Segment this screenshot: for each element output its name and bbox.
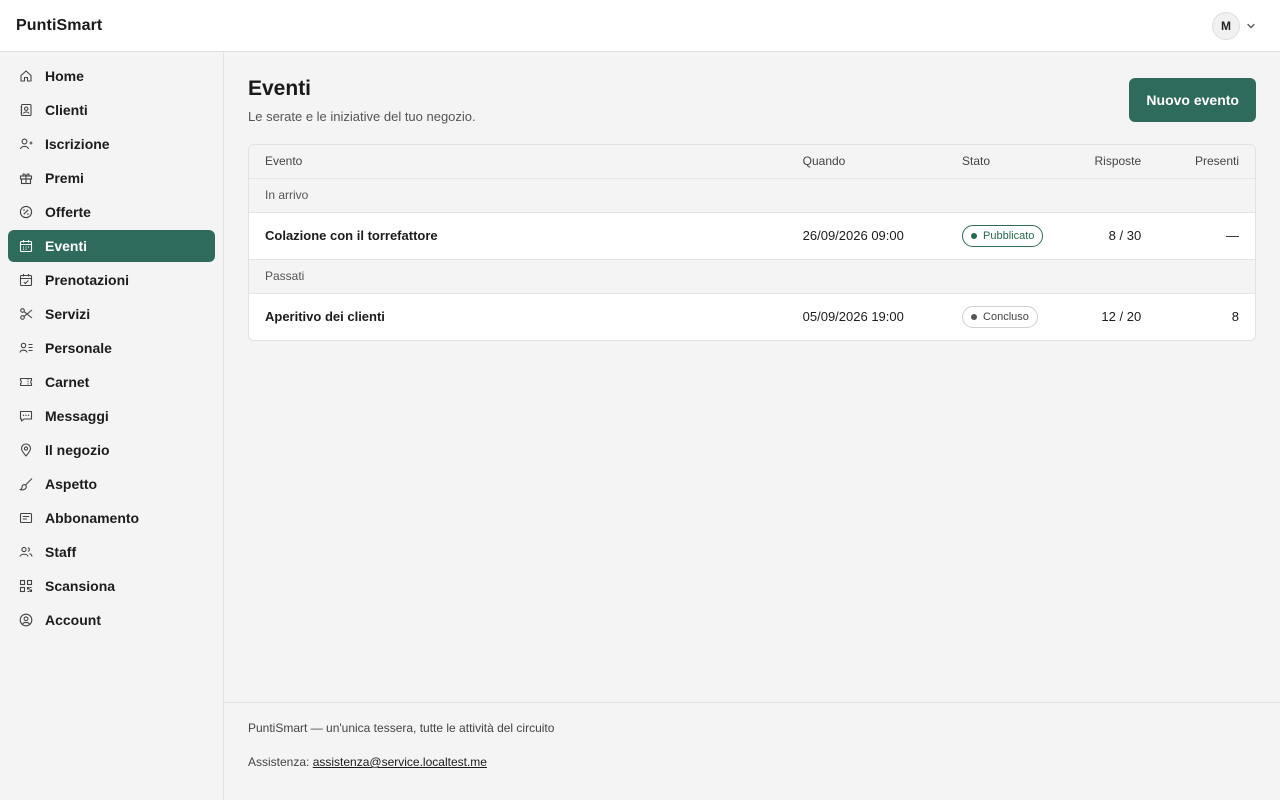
user-menu[interactable]: M [1212, 11, 1264, 40]
sidebar: Home Clienti Iscrizione Premi Offerte Ev… [0, 52, 224, 800]
column-header-stato[interactable]: Stato [946, 145, 1060, 179]
sidebar-item-personale[interactable]: Personale [8, 332, 215, 364]
column-header-quando[interactable]: Quando [786, 145, 947, 179]
page-heading: Eventi Le serate e le iniziative del tuo… [248, 76, 476, 124]
sidebar-item-abbonamento[interactable]: Abbonamento [8, 502, 215, 534]
page-subtitle: Le serate e le iniziative del tuo negozi… [248, 109, 476, 124]
users-icon [19, 545, 33, 559]
sidebar-item-servizi[interactable]: Servizi [8, 298, 215, 330]
chevron-down-icon[interactable] [1246, 21, 1256, 31]
sidebar-item-label: Personale [45, 340, 112, 356]
qr-icon [19, 579, 33, 593]
top-bar: PuntiSmart M [0, 0, 1280, 52]
contacts-icon [19, 103, 33, 117]
page-header: Eventi Le serate e le iniziative del tuo… [248, 76, 1256, 140]
sidebar-item-aspetto[interactable]: Aspetto [8, 468, 215, 500]
event-responses: 8 / 30 [1059, 212, 1158, 260]
event-attendees: 8 [1157, 293, 1255, 340]
new-event-button[interactable]: Nuovo evento [1129, 78, 1256, 122]
group-label: Passati [249, 259, 1255, 294]
event-name[interactable]: Colazione con il torrefattore [249, 212, 787, 260]
sidebar-item-iscrizione[interactable]: Iscrizione [8, 128, 215, 160]
sidebar-item-label: Premi [45, 170, 84, 186]
sidebar-item-label: Prenotazioni [45, 272, 130, 288]
column-header-presenti[interactable]: Presenti [1157, 145, 1255, 179]
user-plus-icon [19, 137, 33, 151]
sidebar-item-label: Clienti [45, 102, 88, 118]
status-label: Pubblicato [983, 229, 1035, 242]
brand-logo[interactable]: PuntiSmart [16, 17, 102, 35]
support-email-link[interactable]: assistenza@service.localtest.me [313, 755, 487, 769]
sidebar-item-label: Messaggi [45, 408, 109, 424]
column-header-risposte[interactable]: Risposte [1059, 145, 1158, 179]
sidebar-item-carnet[interactable]: Carnet [8, 366, 215, 398]
group-label: In arrivo [249, 178, 1255, 213]
sidebar-item-eventi[interactable]: Eventi [8, 230, 215, 262]
sidebar-item-staff[interactable]: Staff [8, 536, 215, 568]
sidebar-item-label: Account [45, 612, 101, 628]
sidebar-item-label: Servizi [45, 306, 91, 322]
sidebar-item-label: Staff [45, 544, 77, 560]
sidebar-item-messaggi[interactable]: Messaggi [8, 400, 215, 432]
sidebar-item-account[interactable]: Account [8, 604, 215, 636]
sidebar-item-scansiona[interactable]: Scansiona [8, 570, 215, 602]
event-responses: 12 / 20 [1059, 293, 1158, 340]
brush-icon [19, 477, 33, 491]
home-icon [19, 69, 33, 83]
table-header-row: Evento Quando Stato Risposte Presenti [249, 145, 1255, 179]
sidebar-item-label: Offerte [45, 204, 91, 220]
footer: PuntiSmart — un'unica tessera, tutte le … [224, 702, 1280, 800]
event-status-cell: Concluso [946, 293, 1060, 340]
main-content: Eventi Le serate e le iniziative del tuo… [224, 52, 1280, 702]
page-title: Eventi [248, 77, 312, 100]
event-status-cell: Pubblicato [946, 212, 1060, 260]
footer-tagline: PuntiSmart — un'unica tessera, tutte le … [248, 721, 555, 735]
sidebar-item-label: Home [45, 68, 84, 84]
table-row[interactable]: Aperitivo dei clienti 05/09/2026 19:00 C… [249, 293, 1255, 340]
group-row-upcoming: In arrivo [249, 178, 1255, 213]
events-table: Evento Quando Stato Risposte Presenti In… [248, 144, 1256, 341]
sidebar-item-label: Il negozio [45, 442, 110, 458]
sidebar-item-home[interactable]: Home [8, 60, 215, 92]
calendar-check-icon [19, 273, 33, 287]
sidebar-item-label: Aspetto [45, 476, 98, 492]
sidebar-item-premi[interactable]: Premi [8, 162, 215, 194]
event-attendees: — [1157, 212, 1255, 260]
ticket-icon [19, 375, 33, 389]
sidebar-item-il-negozio[interactable]: Il negozio [8, 434, 215, 466]
receipt-icon [19, 511, 33, 525]
user-list-icon [19, 341, 33, 355]
event-date: 05/09/2026 19:00 [786, 293, 947, 340]
event-name[interactable]: Aperitivo dei clienti [249, 293, 787, 340]
column-header-evento[interactable]: Evento [249, 145, 787, 179]
sidebar-item-label: Carnet [45, 374, 90, 390]
avatar[interactable]: M [1212, 11, 1240, 40]
sidebar-item-label: Eventi [45, 238, 88, 254]
calendar-icon [19, 239, 33, 253]
sidebar-item-offerte[interactable]: Offerte [8, 196, 215, 228]
user-circle-icon [19, 613, 33, 627]
sidebar-item-label: Abbonamento [45, 510, 140, 526]
percent-badge-icon [19, 205, 33, 219]
status-dot [971, 232, 978, 239]
table-row[interactable]: Colazione con il torrefattore 26/09/2026… [249, 212, 1255, 260]
gift-icon [19, 171, 33, 185]
sidebar-item-clienti[interactable]: Clienti [8, 94, 215, 126]
status-badge: Concluso [962, 305, 1038, 328]
sidebar-item-label: Iscrizione [45, 136, 110, 152]
scissors-icon [19, 307, 33, 321]
status-label: Concluso [983, 310, 1029, 323]
status-dot [971, 313, 978, 320]
group-row-past: Passati [249, 259, 1255, 294]
status-badge: Pubblicato [962, 224, 1044, 247]
message-icon [19, 409, 33, 423]
event-date: 26/09/2026 09:00 [786, 212, 947, 260]
support-label: Assistenza: [248, 755, 310, 769]
footer-support: Assistenza: assistenza@service.localtest… [248, 755, 1256, 769]
sidebar-item-prenotazioni[interactable]: Prenotazioni [8, 264, 215, 296]
map-pin-icon [19, 443, 33, 457]
sidebar-item-label: Scansiona [45, 578, 116, 594]
